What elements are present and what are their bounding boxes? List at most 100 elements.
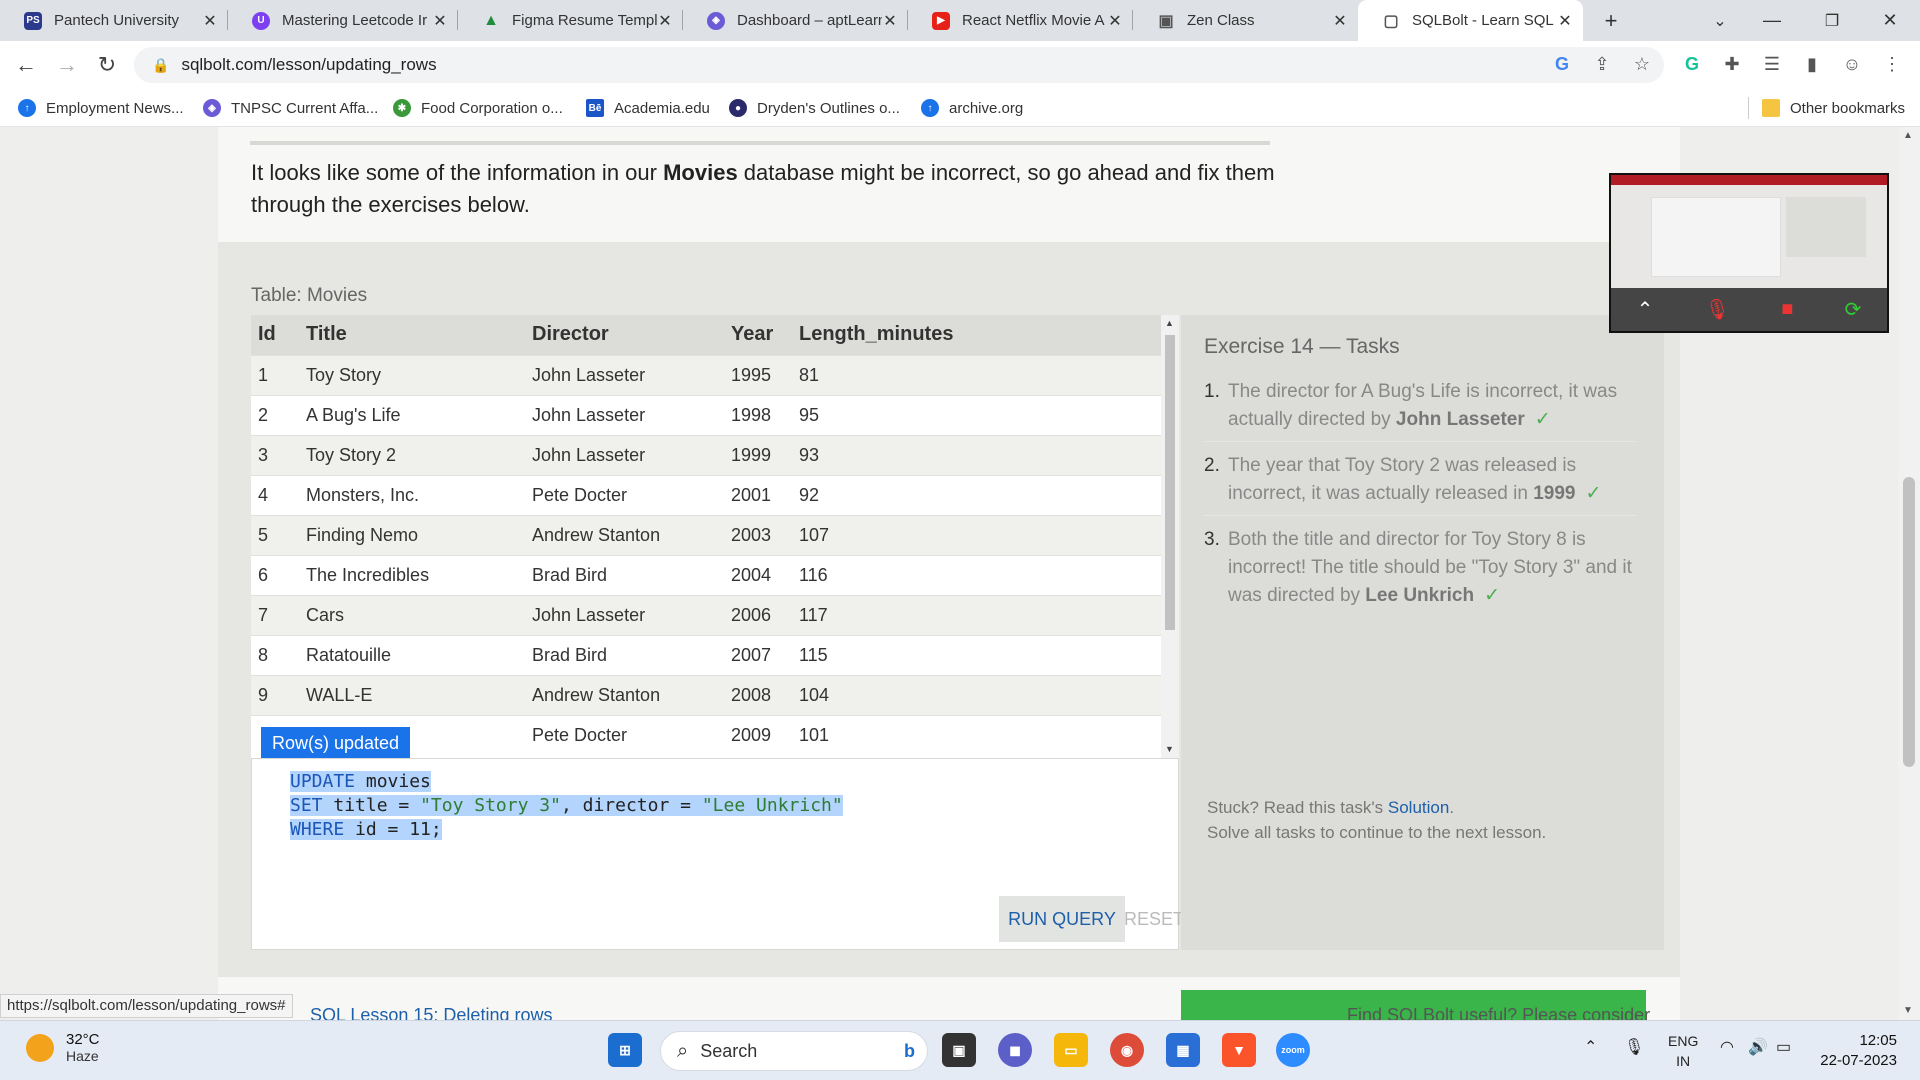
close-tab-icon[interactable]: ✕ [1107,11,1123,31]
maximize-icon[interactable]: ❐ [1810,0,1854,41]
microphone-icon[interactable]: 🎙 [1624,1037,1644,1057]
page-scroll-thumb[interactable] [1903,477,1915,767]
chrome-icon[interactable]: ◉ [1110,1033,1144,1067]
share-screen-icon[interactable]: ⟳ [1845,297,1862,322]
table-scrollbar[interactable]: ▲ ▼ [1161,315,1179,758]
close-tab-icon[interactable]: ✕ [1332,11,1348,31]
scroll-up-icon[interactable]: ▲ [1903,130,1913,141]
pantech-favicon-icon: PS [24,11,42,30]
zoom-share-preview[interactable]: ⌃ 🎙 ■ ⟳ [1609,173,1889,333]
mic-muted-icon[interactable]: 🎙 [1705,297,1730,322]
address-bar[interactable]: 🔒 sqlbolt.com/lesson/updating_rows [134,47,1664,83]
grammarly-icon[interactable]: G [1677,49,1707,79]
table-cell: Andrew Stanton [525,674,724,715]
bookmark-archive[interactable]: ↑ archive.org [921,97,1023,119]
brave-icon[interactable]: ▼ [1222,1033,1256,1067]
scroll-down-icon[interactable]: ▼ [1165,744,1174,754]
share-icon[interactable]: ⇪ [1587,49,1617,79]
video-off-icon[interactable]: ■ [1781,298,1793,321]
scroll-down-icon[interactable]: ▼ [1903,1005,1913,1016]
tab-youtube[interactable]: ▶ React Netflix Movie A ✕ [908,0,1133,41]
tray-chevron-icon[interactable]: ⌃ [1584,1037,1597,1057]
close-tab-icon[interactable]: ✕ [1557,11,1573,31]
table-cell: Pete Docter [525,474,724,515]
bing-icon[interactable]: b [904,1041,915,1062]
chrome-menu-icon[interactable]: ⋮ [1877,49,1907,79]
tab-figma[interactable]: ▲ Figma Resume Templ ✕ [458,0,683,41]
scroll-up-icon[interactable]: ▲ [1165,318,1174,328]
sql-query-editor[interactable]: UPDATE movies SET title = "Toy Story 3",… [251,758,1184,950]
table-cell: 2 [251,394,299,435]
task-view-icon[interactable]: ▣ [942,1033,976,1067]
results-table-container[interactable]: Id Title Director Year Length_minutes 1T… [251,315,1179,758]
tab-leetcode[interactable]: U Mastering Leetcode Ir ✕ [228,0,458,41]
run-query-button[interactable]: RUN QUERY [999,896,1125,942]
tab-search-chevron-icon[interactable]: ⌄ [1703,0,1737,41]
close-tab-icon[interactable]: ✕ [432,11,448,31]
tab-aptlearn[interactable]: ◈ Dashboard – aptLearn ✕ [683,0,908,41]
page-scrollbar[interactable]: ▲ ▼ [1898,127,1920,1020]
task-list: 1. The director for A Bug's Life is incor… [1204,378,1636,627]
battery-icon[interactable]: ▭ [1776,1037,1791,1057]
language-indicator[interactable]: ENG IN [1668,1031,1698,1071]
lock-icon[interactable]: 🔒 [152,57,169,74]
system-clock[interactable]: 12:05 22-07-2023 [1815,1031,1897,1071]
teams-chat-icon[interactable]: ◼ [998,1033,1032,1067]
taskbar-search[interactable]: ⌕ Search b [660,1031,928,1071]
tab-title: Zen Class [1187,12,1255,29]
table-cell: 104 [792,674,1161,715]
drydens-icon: ● [729,99,747,117]
reading-list-icon[interactable]: ☰ [1757,49,1787,79]
temperature: 32°C [66,1031,100,1048]
minimize-icon[interactable]: — [1750,0,1794,41]
table-cell: Toy Story 2 [299,434,525,475]
table-cell: 117 [792,594,1161,635]
bookmark-food-corporation[interactable]: ✱ Food Corporation o... [393,97,563,119]
table-cell: Ratatouille [299,634,525,675]
zen-class-favicon-icon: ▣ [1158,12,1174,30]
weather-widget[interactable]: 32°C Haze [26,1031,100,1064]
close-tab-icon[interactable]: ✕ [882,11,898,31]
search-icon: ⌕ [677,1039,689,1062]
close-tab-icon[interactable]: ✕ [657,11,673,31]
tab-zen-class[interactable]: ▣ Zen Class ✕ [1133,0,1358,41]
forward-icon[interactable]: → [51,49,83,81]
close-tab-icon[interactable]: ✕ [202,11,218,31]
table-row: 9 WALL-E Andrew Stanton 2008 104 [251,674,1161,715]
table-cell: 2003 [724,514,792,555]
query-text[interactable]: UPDATE movies SET title = "Toy Story 3",… [252,770,843,842]
windows-start-icon[interactable]: ⊞ [608,1033,642,1067]
reset-button[interactable]: RESET [1124,896,1184,942]
tab-sqlbolt[interactable]: ▢ SQLBolt - Learn SQL - ✕ [1358,0,1583,41]
table-scroll-thumb[interactable] [1165,335,1175,630]
side-panel-icon[interactable]: ▮ [1797,49,1827,79]
bookmark-tnpsc[interactable]: ◈ TNPSC Current Affa... [203,97,378,119]
table-cell: 6 [251,554,299,595]
new-tab-icon[interactable]: + [1594,0,1628,41]
close-window-icon[interactable]: ✕ [1868,0,1912,41]
back-icon[interactable]: ← [10,49,42,81]
stuck-hint: Stuck? Read this task's Solution. Solve … [1207,795,1546,845]
divider [250,141,1270,145]
profile-avatar-icon[interactable]: ☺ [1837,49,1867,79]
solution-link[interactable]: Solution [1388,798,1449,817]
extensions-icon[interactable]: ✚ [1717,49,1747,79]
bookmark-employment-news[interactable]: ↑ Employment News... [18,97,184,119]
expand-chevron-icon[interactable]: ⌃ [1637,297,1654,322]
other-bookmarks[interactable]: Other bookmarks [1762,97,1905,119]
microsoft-store-icon[interactable]: ▦ [1166,1033,1200,1067]
table-cell: 1995 [724,354,792,395]
bookmark-drydens[interactable]: ● Dryden's Outlines o... [729,97,900,119]
zoom-icon[interactable]: zoom [1276,1033,1310,1067]
reload-icon[interactable]: ↻ [91,49,123,81]
bookmark-star-icon[interactable]: ☆ [1627,49,1657,79]
wifi-icon[interactable]: ◠ [1720,1037,1734,1057]
google-icon[interactable]: G [1547,49,1577,79]
next-lesson-link[interactable]: SQL Lesson 15: Deleting rows [310,1005,552,1020]
volume-icon[interactable]: 🔊 [1748,1037,1768,1057]
table-cell: 95 [792,394,1161,435]
file-explorer-icon[interactable]: ▭ [1054,1033,1088,1067]
tab-pantech[interactable]: PS Pantech University ✕ [0,0,228,41]
bookmark-label: archive.org [949,99,1024,117]
bookmark-academia[interactable]: Bē Academia.edu [586,97,710,119]
